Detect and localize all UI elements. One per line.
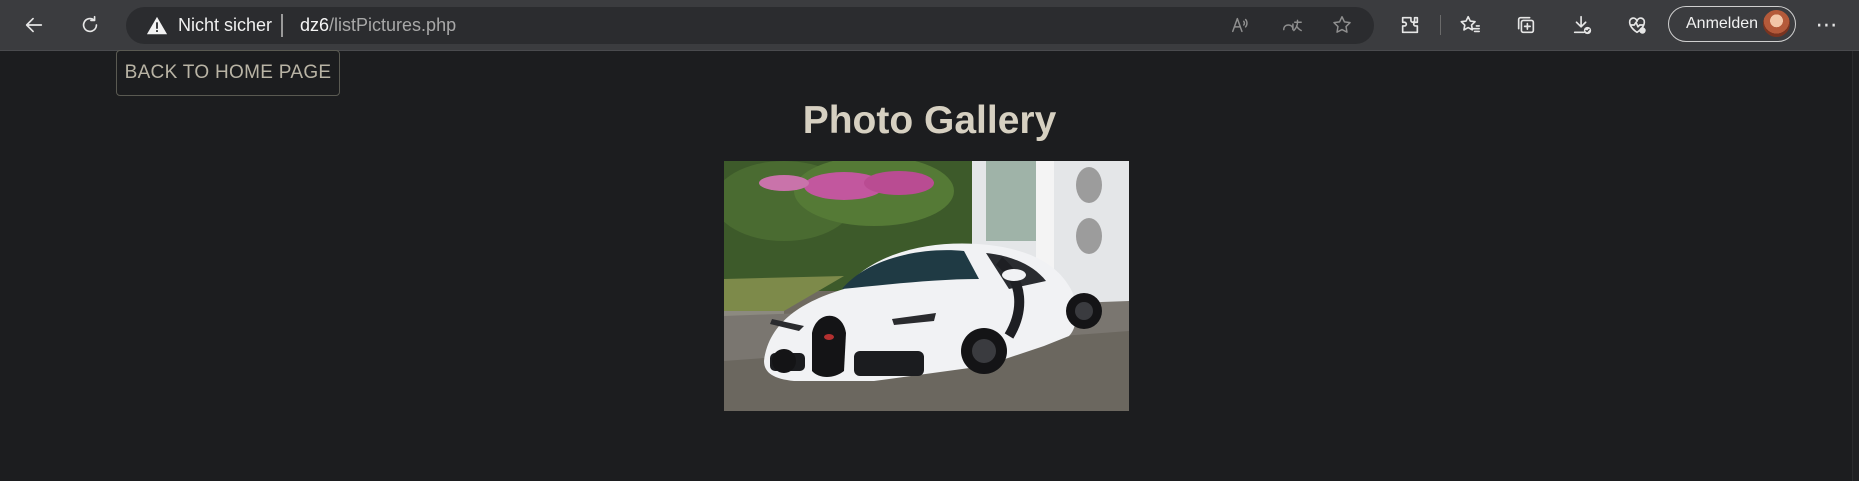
gallery-photo[interactable] xyxy=(724,161,1129,411)
more-icon[interactable]: ⋯ xyxy=(1812,12,1842,38)
address-divider xyxy=(281,14,283,37)
downloads-icon[interactable] xyxy=(1565,8,1599,42)
security-status-label[interactable]: Nicht sicher xyxy=(178,15,272,36)
extensions-icon[interactable] xyxy=(1393,8,1427,42)
toolbar-divider xyxy=(1440,15,1441,35)
read-aloud-icon[interactable] xyxy=(1230,14,1254,38)
reload-icon[interactable] xyxy=(73,8,107,42)
collections-icon[interactable] xyxy=(1509,8,1543,42)
signin-button[interactable]: Anmelden xyxy=(1668,6,1796,42)
signin-label: Anmelden xyxy=(1686,15,1759,32)
browser-essentials-icon[interactable] xyxy=(1620,8,1654,42)
back-to-home-button[interactable]: BACK TO HOME PAGE xyxy=(116,50,340,96)
url-path: /listPictures.php xyxy=(329,15,457,35)
browser-toolbar: Nicht sicher dz6/listPictures.php Anmeld… xyxy=(0,0,1859,51)
scrollbar-track[interactable] xyxy=(1852,51,1859,481)
warning-icon xyxy=(146,15,168,37)
url-host: dz6 xyxy=(300,15,330,35)
translate-icon[interactable] xyxy=(1281,14,1305,38)
url-text[interactable]: dz6/listPictures.php xyxy=(300,15,456,36)
back-arrow-icon[interactable] xyxy=(17,8,51,42)
address-bar[interactable]: Nicht sicher dz6/listPictures.php xyxy=(126,7,1374,44)
favorites-icon[interactable] xyxy=(1453,8,1487,42)
avatar xyxy=(1763,10,1790,37)
car-photo-illustration xyxy=(724,161,1129,411)
favorite-star-icon[interactable] xyxy=(1331,14,1355,38)
page-title: Photo Gallery xyxy=(802,99,1057,142)
